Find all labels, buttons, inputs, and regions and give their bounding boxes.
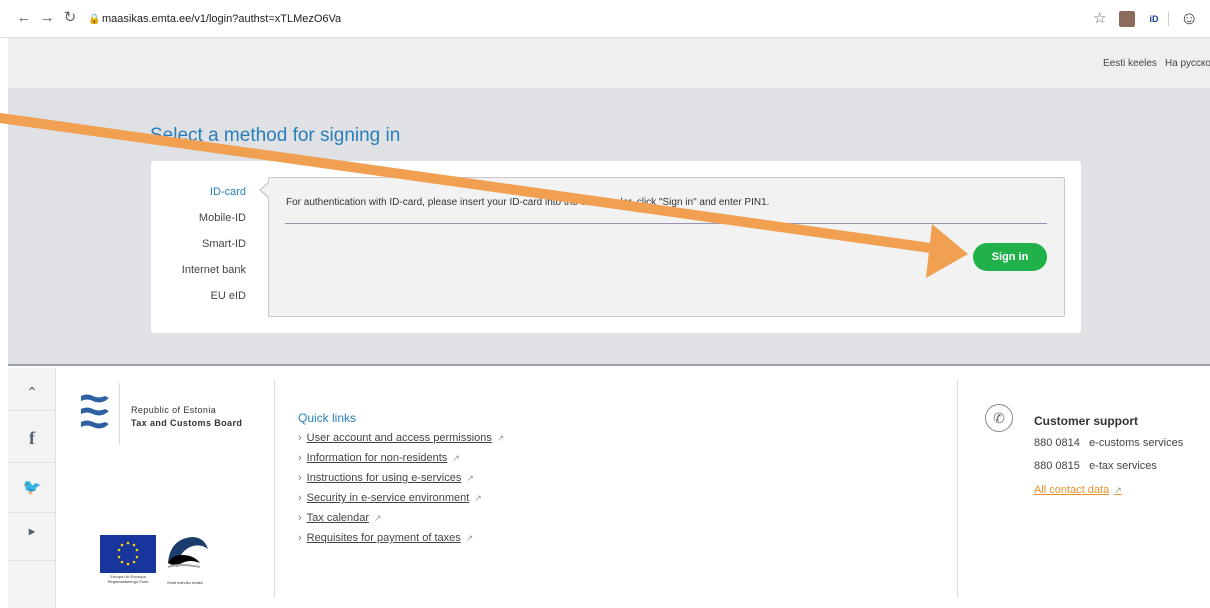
sign-in-button[interactable]: Sign in xyxy=(973,243,1047,271)
all-contact-data-link[interactable]: All contact data ↗ xyxy=(1034,484,1122,496)
logo-divider xyxy=(119,383,120,445)
reload-icon[interactable]: ↻ xyxy=(62,10,78,26)
chevron-right-icon: › xyxy=(298,432,302,444)
page-title: Select a method for signing in xyxy=(150,125,401,146)
social-divider xyxy=(8,462,56,463)
browser-toolbar: ← → ↻ 🔒 maasikas.emta.ee/v1/login?authst=… xyxy=(0,0,1210,38)
facebook-icon[interactable]: f xyxy=(8,428,56,449)
url-text: maasikas.emta.ee/v1/login?authst=xTLMezO… xyxy=(102,13,342,25)
phone-number[interactable]: 880 0814 xyxy=(1034,437,1080,449)
chevron-right-icon: › xyxy=(298,472,302,484)
social-divider xyxy=(8,512,56,513)
id-extension-icon[interactable]: iD xyxy=(1145,11,1163,27)
quick-link-item[interactable]: › Security in e-service environment ↗ xyxy=(298,492,482,504)
quick-link-item[interactable]: › User account and access permissions ↗ xyxy=(298,432,504,444)
address-bar[interactable]: 🔒 maasikas.emta.ee/v1/login?authst=xTLMez… xyxy=(88,9,888,29)
external-link-icon: ↗ xyxy=(496,433,505,443)
support-phone-row: 880 0815 e-tax services xyxy=(1034,460,1157,472)
bookmark-star-icon[interactable]: ☆ xyxy=(1093,9,1106,27)
external-link-icon: ↗ xyxy=(1114,485,1122,495)
quick-link-item[interactable]: › Requisites for payment of taxes ↗ xyxy=(298,532,473,544)
chevron-right-icon: › xyxy=(298,532,302,544)
method-internet-bank-tab[interactable]: Internet bank xyxy=(156,264,246,276)
social-divider xyxy=(8,410,56,411)
language-bar xyxy=(8,38,1210,88)
chevron-right-icon: › xyxy=(298,492,302,504)
coat-of-arms-logo xyxy=(81,394,109,429)
support-phone-row: 880 0814 e-customs services xyxy=(1034,437,1183,449)
chevron-right-icon: › xyxy=(298,512,302,524)
method-smart-id-tab[interactable]: Smart-ID xyxy=(156,238,246,250)
external-link-icon: ↗ xyxy=(465,533,474,543)
quick-link-item[interactable]: › Instructions for using e-services ↗ xyxy=(298,472,474,484)
footer-divider-right xyxy=(957,380,958,598)
youtube-icon[interactable]: ▶ xyxy=(8,527,56,536)
quick-links-title: Quick links xyxy=(298,411,357,425)
eu-logo-caption: Europa Liit Euroopa Regionaalarengu Fond xyxy=(107,574,149,584)
external-link-icon: ↗ xyxy=(452,453,460,463)
panel-pointer-inner xyxy=(261,183,269,197)
phone-label: e-customs services xyxy=(1089,437,1184,449)
lock-icon: 🔒 xyxy=(88,14,101,25)
customer-support-title: Customer support xyxy=(1034,414,1139,428)
instruction-text: For authentication with ID-card, please … xyxy=(286,197,770,208)
external-link-icon: ↗ xyxy=(466,473,474,483)
quick-link-item[interactable]: › Information for non-residents ↗ xyxy=(298,452,460,464)
quick-link-item[interactable]: › Tax calendar ↗ xyxy=(298,512,382,524)
panel-divider xyxy=(285,223,1047,224)
organization-line-1: Republic of Estonia xyxy=(131,405,217,415)
phone-number[interactable]: 880 0815 xyxy=(1034,460,1080,472)
back-arrow-icon[interactable]: ← xyxy=(16,10,32,26)
method-eu-eid-tab[interactable]: EU eID xyxy=(156,290,246,302)
profile-avatar-icon[interactable]: ☺ xyxy=(1180,8,1200,28)
method-mobile-id-tab[interactable]: Mobile-ID xyxy=(156,212,246,224)
eu-flag-logo xyxy=(100,535,156,573)
phone-icon: ✆ xyxy=(985,404,1013,432)
toolbar-separator xyxy=(1168,12,1169,26)
language-russian-link[interactable]: На русско xyxy=(1165,58,1210,69)
external-link-icon: ↗ xyxy=(474,493,482,503)
forward-arrow-icon[interactable]: → xyxy=(39,10,55,26)
phone-label: e-tax services xyxy=(1089,460,1157,472)
estonia-future-logo xyxy=(167,537,208,568)
social-divider xyxy=(8,560,56,561)
scroll-top-chevron-icon[interactable]: ⌃ xyxy=(8,384,56,401)
pdf-extension-icon[interactable] xyxy=(1119,11,1135,27)
language-estonian-link[interactable]: Eesti keeles xyxy=(1103,58,1157,69)
method-id-card-tab[interactable]: ID-card xyxy=(156,186,246,198)
chevron-right-icon: › xyxy=(298,452,302,464)
estonia-logo-caption: Eesti tuleviku heaks xyxy=(167,580,203,585)
footer-divider-left xyxy=(274,380,275,598)
external-link-icon: ↗ xyxy=(374,513,382,523)
organization-line-2: Tax and Customs Board xyxy=(131,418,243,428)
twitter-icon[interactable]: 🐦 xyxy=(8,478,56,496)
